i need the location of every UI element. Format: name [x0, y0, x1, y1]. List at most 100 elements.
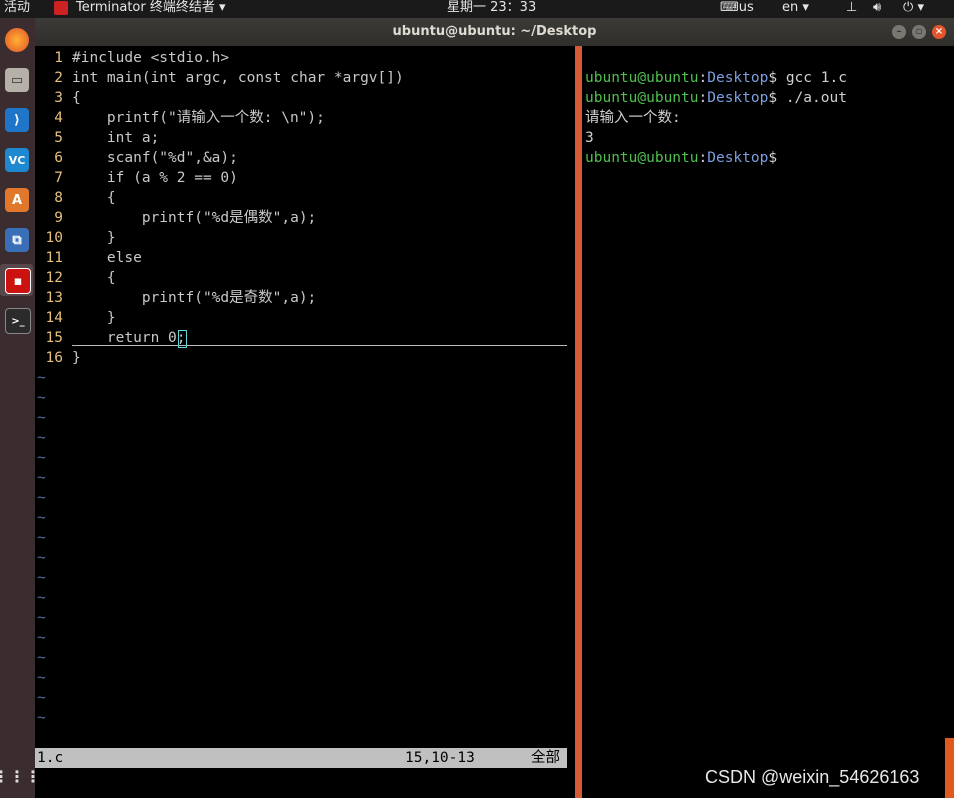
tilde: ~: [37, 590, 46, 606]
volume-icon[interactable]: 🔊︎: [873, 0, 881, 16]
empty-line-marker: ~: [35, 368, 575, 388]
code-line[interactable]: 13 printf("%d是奇数",a);: [35, 288, 575, 308]
input-lang-label: en: [782, 0, 799, 15]
status-scroll: 全部: [531, 750, 560, 766]
code-text: printf("%d是奇数",a);: [72, 290, 317, 306]
vs-icon[interactable]: VC: [5, 148, 29, 172]
app-menu[interactable]: Terminator 终端终结者 ▾: [76, 0, 226, 16]
code-text: scanf("%d",&a);: [72, 150, 238, 166]
code-text: {: [72, 90, 81, 106]
prompt-user: ubuntu@ubuntu: [585, 70, 699, 86]
code-text: else: [72, 250, 142, 266]
empty-line-marker: ~: [35, 528, 575, 548]
line-number: 8: [54, 190, 63, 206]
tilde: ~: [37, 550, 46, 566]
line-number: 6: [54, 150, 63, 166]
terminal-icon[interactable]: >_: [5, 308, 31, 334]
prompt-dir: Desktop: [707, 70, 769, 86]
output-line: 3: [585, 128, 594, 148]
prompt-symbol: $: [768, 70, 786, 86]
empty-line-marker: ~: [35, 628, 575, 648]
software-center-icon[interactable]: A: [5, 188, 29, 212]
code-line[interactable]: 5 int a;: [35, 128, 575, 148]
line-number: 15: [45, 330, 63, 346]
minimize-icon[interactable]: –: [892, 25, 906, 39]
power-icon: ⏻: [903, 0, 914, 15]
files-icon[interactable]: ▭: [5, 68, 29, 92]
tilde: ~: [37, 630, 46, 646]
prompt-user: ubuntu@ubuntu: [585, 150, 699, 166]
keyboard-indicator[interactable]: ⌨us: [720, 0, 754, 16]
tilde: ~: [37, 530, 46, 546]
empty-line-marker: ~: [35, 548, 575, 568]
line-number: 9: [54, 210, 63, 226]
code-line[interactable]: 8 {: [35, 188, 575, 208]
empty-line-marker: ~: [35, 648, 575, 668]
line-number: 7: [54, 170, 63, 186]
tilde: ~: [37, 390, 46, 406]
line-number: 11: [45, 250, 63, 266]
line-number: 1: [54, 50, 63, 66]
empty-line-marker: ~: [35, 468, 575, 488]
tilde: ~: [37, 470, 46, 486]
code-line[interactable]: 7 if (a % 2 == 0): [35, 168, 575, 188]
power-menu[interactable]: ⏻ ▾: [903, 0, 924, 16]
terminator-app-icon: [54, 1, 68, 15]
prompt-line: ubuntu@ubuntu:Desktop$ ./a.out: [585, 88, 847, 108]
close-icon[interactable]: ×: [932, 25, 946, 39]
firefox-icon[interactable]: [5, 28, 29, 52]
code-text: int main(int argc, const char *argv[]): [72, 70, 404, 86]
code-line[interactable]: 10 }: [35, 228, 575, 248]
code-line[interactable]: 14 }: [35, 308, 575, 328]
vim-statusline: 1.c 15,10-13 全部: [35, 748, 567, 768]
tilde: ~: [37, 370, 46, 386]
window-titlebar[interactable]: ubuntu@ubuntu: ~/Desktop – ▫ ×: [35, 18, 954, 46]
maximize-icon[interactable]: ▫: [912, 25, 926, 39]
tilde: ~: [37, 670, 46, 686]
tilde: ~: [37, 410, 46, 426]
line-number: 4: [54, 110, 63, 126]
line-number: 13: [45, 290, 63, 306]
terminator-icon[interactable]: ▪: [5, 268, 31, 294]
network-icon[interactable]: ⊥: [846, 0, 857, 16]
keyboard-icon: ⌨: [720, 0, 739, 15]
vscode-icon[interactable]: ⟩: [5, 108, 29, 132]
vim-editor-pane[interactable]: 1 #include <stdio.h> 2 int main(int argc, c…: [35, 46, 575, 798]
app-menu-label: Terminator 终端终结者: [76, 0, 215, 15]
line-number: 14: [45, 310, 63, 326]
tilde: ~: [37, 490, 46, 506]
activities-button[interactable]: 活动: [4, 0, 30, 16]
empty-line-marker: ~: [35, 388, 575, 408]
empty-line-marker: ~: [35, 448, 575, 468]
clock[interactable]: 星期一 23：33: [447, 0, 536, 16]
terminal-pane[interactable]: ubuntu@ubuntu:Desktop$ gcc 1.c ubuntu@ubu…: [582, 46, 954, 798]
empty-line-marker: ~: [35, 708, 575, 728]
line-number: 2: [54, 70, 63, 86]
code-line[interactable]: 12 {: [35, 268, 575, 288]
output-line: 请输入一个数:: [585, 108, 681, 128]
line-number: 3: [54, 90, 63, 106]
code-text: printf("%d是偶数",a);: [72, 210, 317, 226]
code-line[interactable]: 1 #include <stdio.h>: [35, 48, 575, 68]
grid-icon[interactable]: ⋮⋮⋮: [0, 764, 41, 788]
status-filename: 1.c: [37, 750, 64, 766]
empty-line-marker: ~: [35, 568, 575, 588]
tilde: ~: [37, 510, 46, 526]
window-title: ubuntu@ubuntu: ~/Desktop: [392, 24, 597, 39]
code-line[interactable]: 16}: [35, 348, 575, 368]
input-method-menu[interactable]: en ▾: [782, 0, 809, 16]
code-line[interactable]: 6 scanf("%d",&a);: [35, 148, 575, 168]
dock: ▭ ⟩ VC A ⧉ ▪ >_ ⋮⋮⋮: [0, 18, 41, 798]
code-line[interactable]: 4 printf("请输入一个数: \n");: [35, 108, 575, 128]
cursorline: [72, 345, 567, 346]
pane-splitter[interactable]: [575, 46, 582, 798]
code-line[interactable]: 9 printf("%d是偶数",a);: [35, 208, 575, 228]
prompt-line: ubuntu@ubuntu:Desktop$ gcc 1.c: [585, 68, 847, 88]
code-line[interactable]: 2 int main(int argc, const char *argv[]): [35, 68, 575, 88]
network-tools-icon[interactable]: ⧉: [5, 228, 29, 252]
status-position: 15,10-13: [405, 750, 475, 766]
code-line[interactable]: 11 else: [35, 248, 575, 268]
tilde: ~: [37, 450, 46, 466]
text-cursor: [178, 330, 187, 348]
code-line[interactable]: 3{: [35, 88, 575, 108]
